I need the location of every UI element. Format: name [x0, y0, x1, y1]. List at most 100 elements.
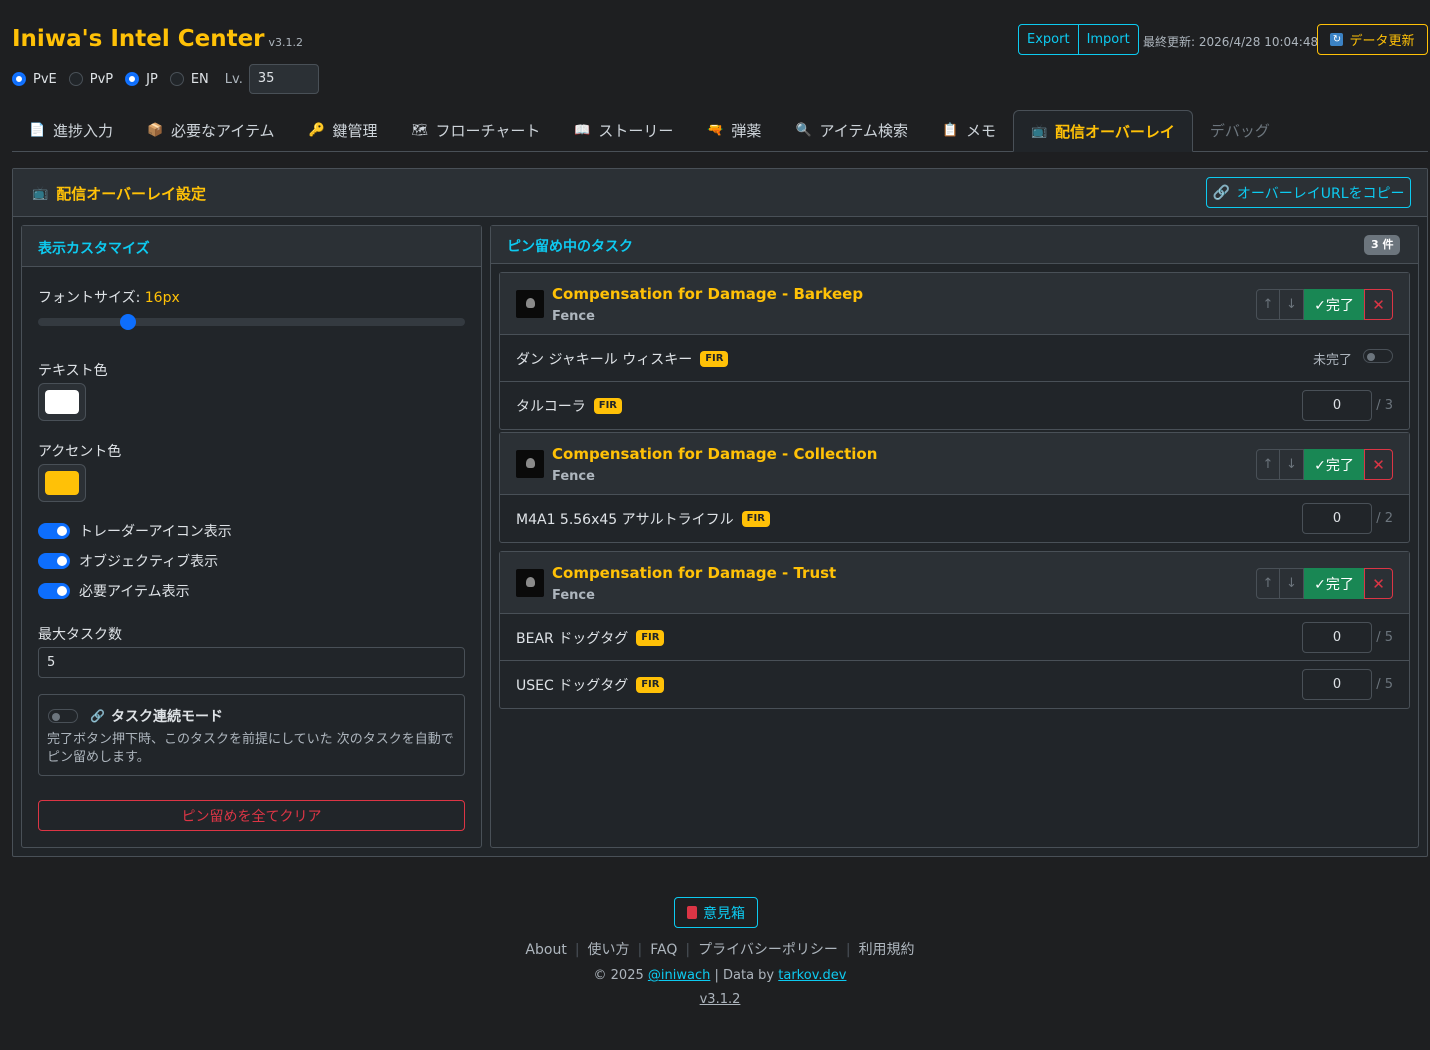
task-title: Compensation for Damage - Collection	[552, 445, 878, 463]
refresh-icon: ↻	[1330, 33, 1344, 46]
radio-label: PvE	[33, 71, 57, 87]
move-down-button[interactable]: ↓	[1280, 289, 1304, 320]
copy-url-label: オーバーレイURLをコピー	[1236, 185, 1405, 202]
toggle-label: トレーダーアイコン表示	[79, 524, 232, 540]
pinned-title: ピン留め中のタスク	[507, 239, 633, 255]
toggle-required-items[interactable]: 必要アイテム表示	[38, 581, 190, 601]
objective-count-input[interactable]: 0	[1302, 503, 1372, 534]
objective-count-input[interactable]: 0	[1302, 669, 1372, 700]
objective-status: 未完了	[1312, 353, 1352, 368]
tab-flowchart[interactable]: 🗺 フローチャート	[395, 110, 558, 151]
radio-indicator[interactable]	[68, 72, 83, 86]
toggle-switch[interactable]	[38, 553, 70, 569]
toggle-switch[interactable]	[48, 709, 78, 723]
objective-total: / 5	[1376, 677, 1393, 692]
objective-row: タルコーラ FIR 0 / 3	[500, 382, 1409, 429]
objective-count-input[interactable]: 0	[1302, 622, 1372, 653]
unpin-button[interactable]: ✕	[1364, 568, 1393, 599]
accent-color-swatch	[45, 471, 79, 495]
import-button[interactable]: Import	[1077, 25, 1138, 54]
chain-mode-description: 完了ボタン押下時、このタスクを前提にしていた 次のタスクを自動でピン留めします。	[47, 732, 454, 765]
tab-memo[interactable]: 📋 メモ	[925, 110, 1013, 151]
tab-debug[interactable]: デバッグ	[1193, 110, 1287, 151]
move-up-button[interactable]: ↑	[1256, 568, 1280, 599]
toggle-objectives[interactable]: オブジェクティブ表示	[38, 551, 218, 571]
feedback-button[interactable]: 意見箱	[674, 897, 758, 928]
footer-link-usage[interactable]: 使い方	[588, 942, 630, 958]
complete-button[interactable]: ✓完了	[1304, 568, 1364, 599]
feedback-label: 意見箱	[703, 905, 745, 922]
complete-button[interactable]: ✓完了	[1304, 449, 1364, 480]
radio-pvp[interactable]: PvP	[68, 71, 114, 87]
panel-title-text: 配信オーバーレイ設定	[56, 185, 207, 203]
copy-overlay-url-button[interactable]: 🔗 オーバーレイURLをコピー	[1206, 177, 1411, 208]
max-tasks-input[interactable]: 5	[38, 647, 465, 678]
text-color-swatch	[45, 390, 79, 414]
radio-pve[interactable]: PvE	[12, 72, 57, 87]
export-button[interactable]: Export	[1019, 25, 1078, 54]
objective-toggle[interactable]	[1363, 349, 1393, 363]
objective-row: BEAR ドッグタグ FIR 0 / 5	[500, 614, 1409, 661]
text-color-picker[interactable]	[38, 383, 86, 421]
tab-progress[interactable]: 📄 進捗入力	[12, 110, 130, 151]
toggle-switch[interactable]	[38, 523, 70, 539]
tab-required-items[interactable]: 📦 必要なアイテム	[130, 110, 292, 151]
tab-keys[interactable]: 🔑 鍵管理	[292, 110, 395, 151]
objective-row: M4A1 5.56x45 アサルトライフル FIR 0 / 2	[500, 495, 1409, 542]
toggle-switch[interactable]	[38, 583, 70, 599]
task-title: Compensation for Damage - Barkeep	[552, 285, 864, 303]
trader-avatar	[516, 569, 544, 597]
radio-indicator[interactable]	[169, 72, 184, 86]
radio-indicator[interactable]	[12, 72, 26, 86]
unpin-button[interactable]: ✕	[1364, 449, 1393, 480]
tab-ammo[interactable]: 🔫 弾薬	[690, 110, 778, 151]
objective-name-text: ダン ジャキール ウィスキー	[516, 352, 693, 368]
radio-en[interactable]: EN	[169, 72, 209, 87]
task-trader: Fence	[552, 309, 595, 324]
accent-color-picker[interactable]	[38, 464, 86, 502]
radio-jp[interactable]: JP	[125, 72, 158, 87]
app-title: Iniwa's Intel Center v3.1.2	[12, 26, 303, 52]
radio-label: JP	[146, 71, 158, 87]
objective-count-input[interactable]: 0	[1302, 390, 1372, 421]
chain-mode-toggle[interactable]: 🔗 タスク連続モード	[48, 706, 223, 726]
level-input[interactable]: 35	[248, 64, 319, 94]
toggle-trader-icon[interactable]: トレーダーアイコン表示	[38, 521, 232, 541]
toggle-label: 必要アイテム表示	[79, 584, 190, 600]
move-up-button[interactable]: ↑	[1256, 289, 1280, 320]
radio-label: PvP	[89, 71, 114, 87]
tab-label: ストーリー	[598, 122, 674, 140]
footer-link-privacy[interactable]: プライバシーポリシー	[698, 942, 838, 958]
tab-stream-overlay[interactable]: 📺 配信オーバーレイ	[1012, 110, 1193, 152]
version-link[interactable]: v3.1.2	[0, 992, 1430, 1007]
toggle-switch[interactable]	[1363, 349, 1393, 363]
move-down-button[interactable]: ↓	[1280, 568, 1304, 599]
main-tabs: 📄 進捗入力 📦 必要なアイテム 🔑 鍵管理 🗺 フローチャート 📖 ストーリー 🔫 弾薬 …	[12, 110, 1428, 152]
objective-row: ダン ジャキール ウィスキー FIR 未完了	[500, 335, 1409, 382]
fir-badge: FIR	[636, 630, 665, 646]
author-link[interactable]: @iniwach	[648, 968, 710, 983]
move-up-button[interactable]: ↑	[1256, 449, 1280, 480]
separator: |	[685, 942, 691, 958]
map-icon: 🗺	[411, 123, 429, 138]
tab-label: アイテム検索	[819, 122, 908, 140]
tab-story[interactable]: 📖 ストーリー	[557, 110, 690, 151]
footer-link-faq[interactable]: FAQ	[650, 942, 677, 958]
refresh-data-button[interactable]: ↻ データ更新	[1317, 24, 1428, 55]
radio-indicator[interactable]	[125, 72, 140, 86]
data-source-link[interactable]: tarkov.dev	[778, 968, 846, 983]
tab-item-search[interactable]: 🔍 アイテム検索	[778, 110, 925, 151]
footer-link-terms[interactable]: 利用規約	[859, 942, 915, 958]
task-header: Compensation for Damage - Trust Fence ↑ …	[500, 552, 1409, 614]
text-color-label: テキスト色	[38, 363, 108, 379]
clear-pins-button[interactable]: ピン留めを全てクリア	[38, 800, 465, 831]
unpin-button[interactable]: ✕	[1364, 289, 1393, 320]
move-down-button[interactable]: ↓	[1280, 449, 1304, 480]
task-header: Compensation for Damage - Collection Fen…	[500, 433, 1409, 495]
objective-name: ダン ジャキール ウィスキー FIR	[516, 349, 729, 369]
objective-name: USEC ドッグタグ FIR	[516, 675, 665, 695]
complete-button[interactable]: ✓完了	[1304, 289, 1364, 320]
task-title: Compensation for Damage - Trust	[552, 564, 837, 582]
footer-link-about[interactable]: About	[525, 942, 566, 958]
font-size-slider-track[interactable]	[38, 318, 465, 326]
